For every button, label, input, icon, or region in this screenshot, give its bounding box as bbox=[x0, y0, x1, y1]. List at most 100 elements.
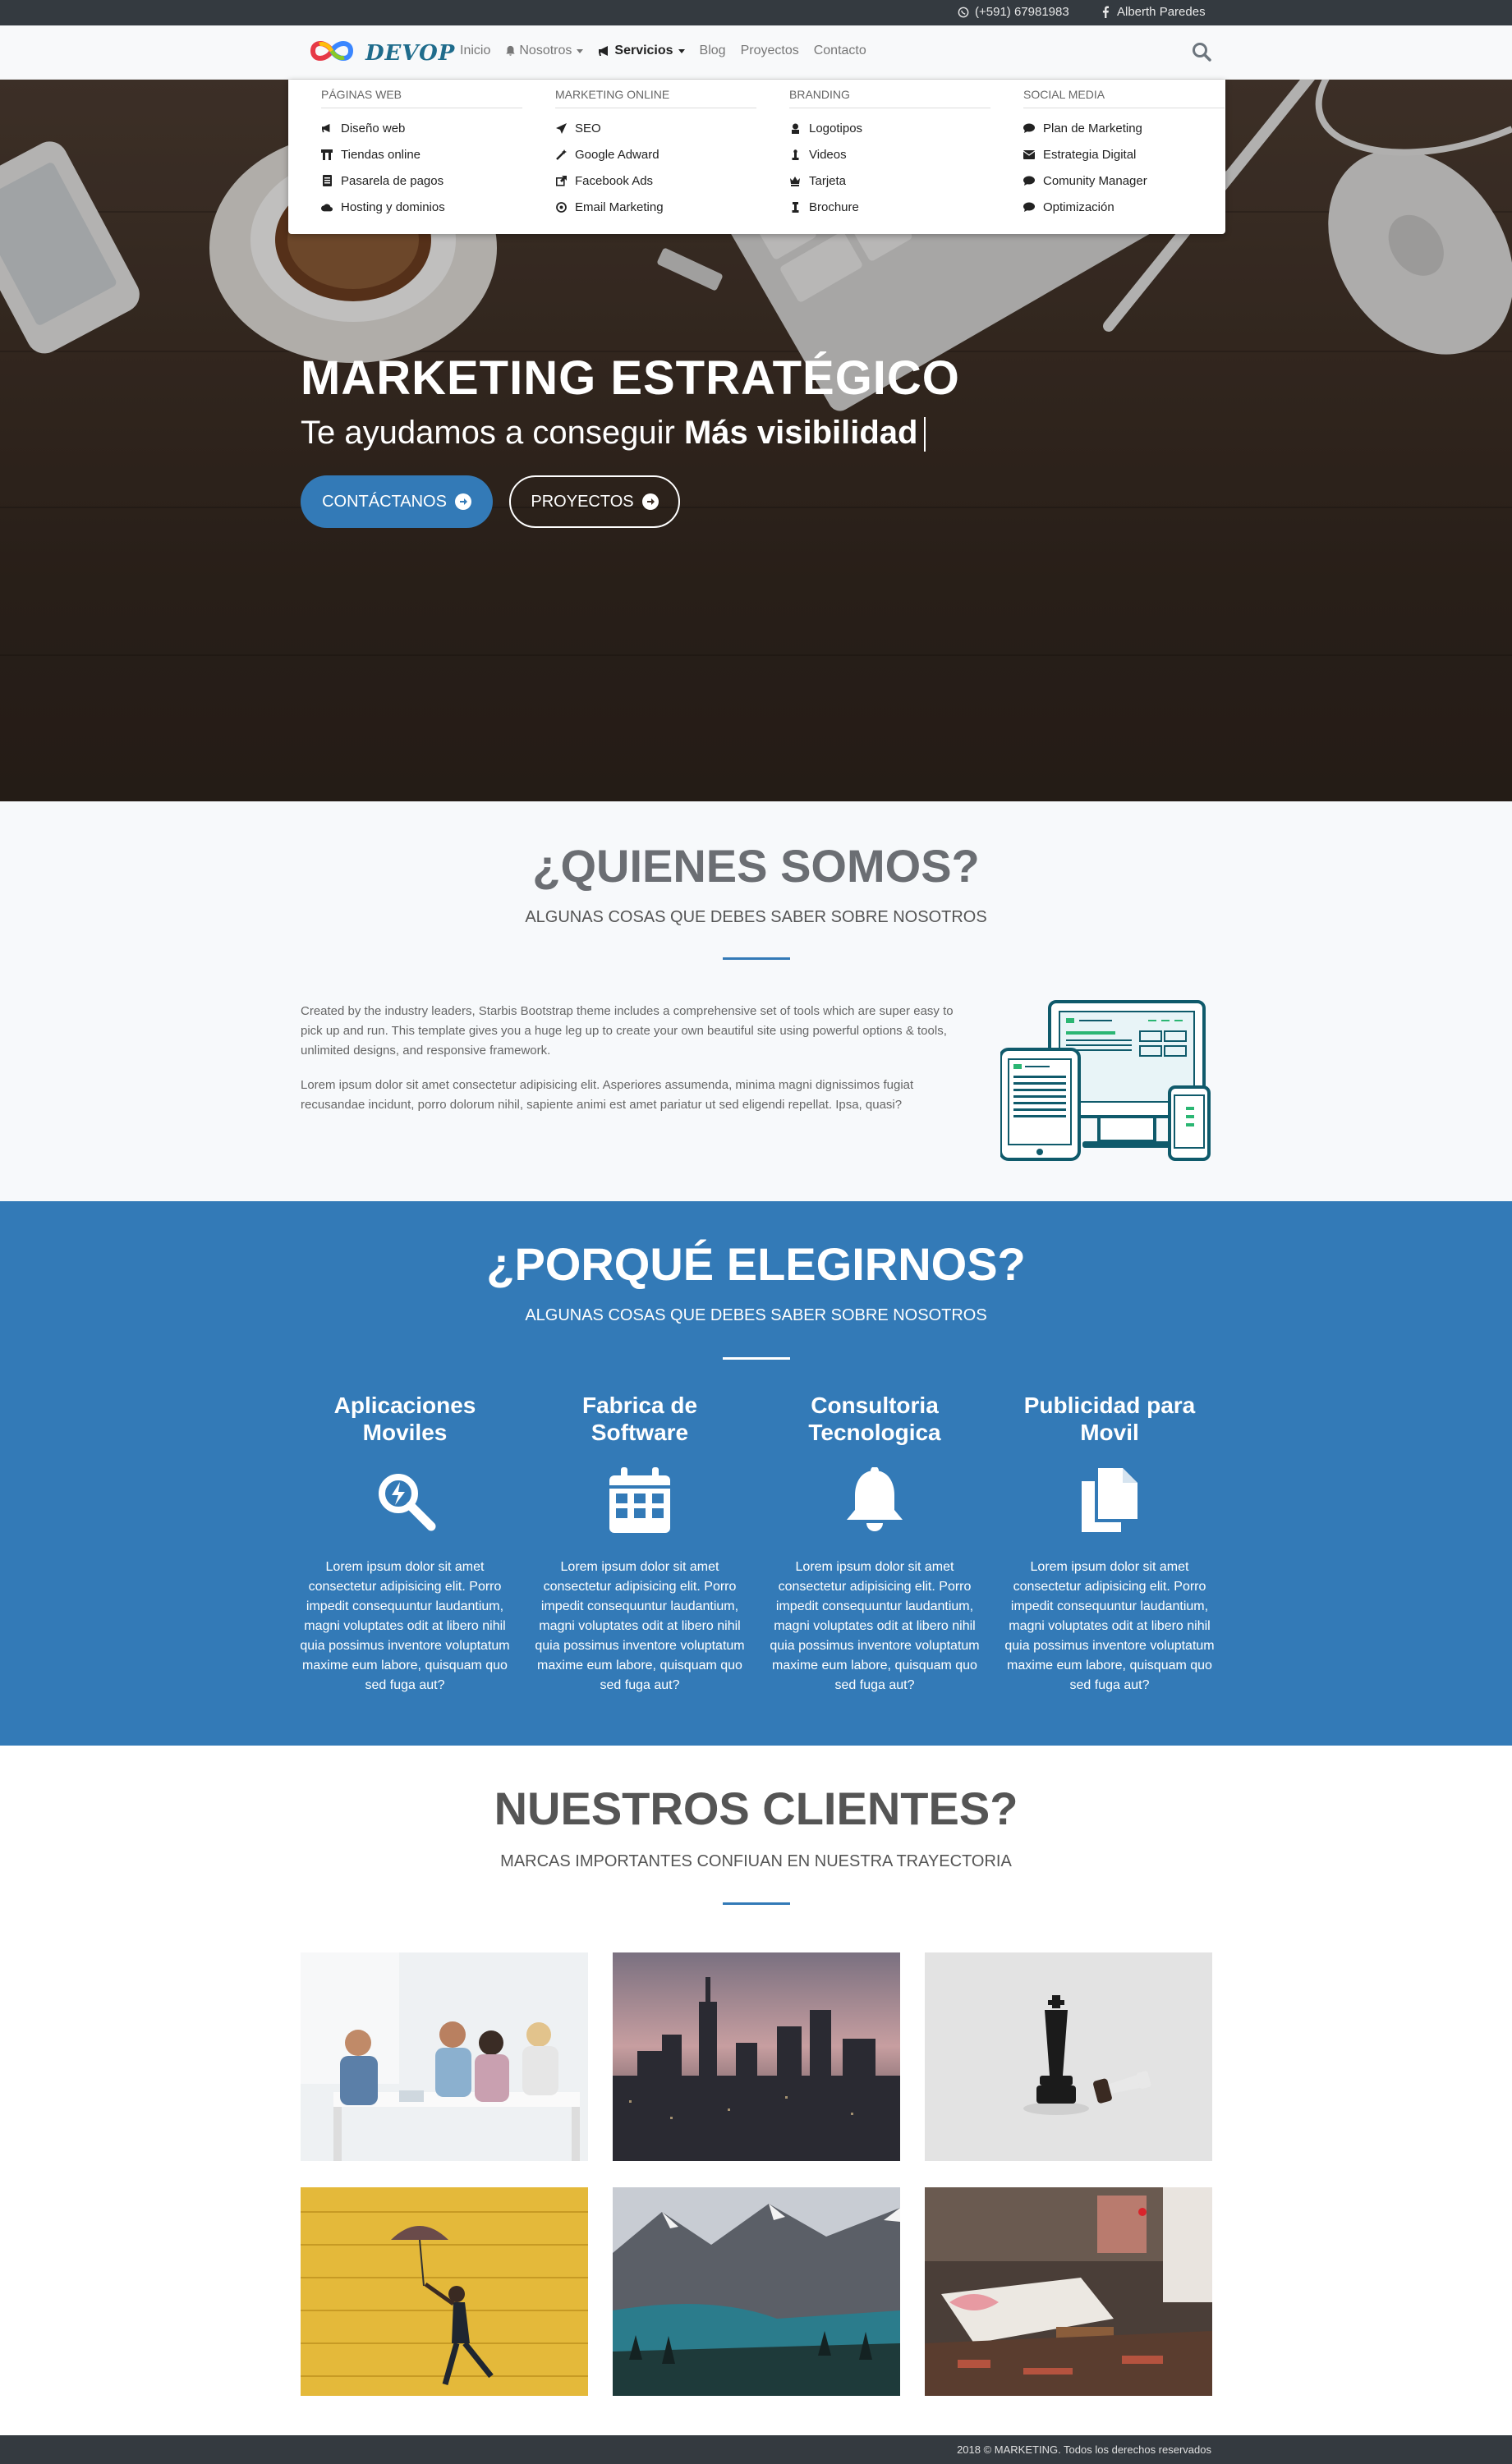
calendar-icon bbox=[532, 1459, 747, 1541]
hero-subtitle-highlight: Más visibilidad bbox=[683, 415, 918, 451]
menu-item-email-marketing[interactable]: Email Marketing bbox=[555, 194, 756, 220]
arrow-circle-right-icon bbox=[641, 493, 659, 510]
whatsapp-icon bbox=[957, 6, 970, 19]
client-photo[interactable] bbox=[301, 2187, 588, 2396]
client-photo[interactable] bbox=[301, 1952, 588, 2161]
nav-item-contacto[interactable]: Contacto bbox=[814, 44, 866, 58]
projects-button-label: PROYECTOS bbox=[531, 492, 634, 511]
menu-item-diseno-web[interactable]: Diseño web bbox=[321, 115, 522, 141]
menu-item-label: Hosting y dominios bbox=[341, 200, 445, 214]
section-divider bbox=[723, 1357, 790, 1360]
footer-copyright: 2018 © MARKETING. Todos los derechos res… bbox=[957, 2443, 1211, 2456]
menu-item-plan-marketing[interactable]: Plan de Marketing bbox=[1023, 115, 1225, 141]
about-text: Created by the industry leaders, Starbis… bbox=[301, 1002, 974, 1130]
menu-item-videos[interactable]: Videos bbox=[789, 141, 990, 167]
navbar: DEVOP Inicio Nosotros Servicios Blog Pro… bbox=[0, 25, 1512, 80]
menu-item-label: Pasarela de pagos bbox=[341, 173, 444, 188]
nav-label: Nosotros bbox=[519, 44, 572, 57]
nav-label: Blog bbox=[699, 44, 726, 57]
hero-title: MARKETING ESTRATÉGICO bbox=[301, 351, 960, 405]
projects-button[interactable]: PROYECTOS bbox=[509, 475, 680, 528]
feature-card: Fabrica de Software Lorem ipsum dolor si… bbox=[532, 1392, 747, 1695]
menu-item-label: SEO bbox=[575, 121, 601, 135]
section-subtitle: ALGUNAS COSAS QUE DEBES SABER SOBRE NOSO… bbox=[525, 908, 987, 926]
facebook-name: Alberth Paredes bbox=[1117, 5, 1206, 19]
section-divider bbox=[723, 1902, 790, 1905]
section-title: ¿QUIENES SOMOS? bbox=[532, 840, 980, 892]
menu-item-label: Tarjeta bbox=[809, 173, 847, 188]
client-photo[interactable] bbox=[925, 2187, 1212, 2396]
menu-column-title: SOCIAL MEDIA bbox=[1023, 88, 1225, 108]
menu-item-comunity-manager[interactable]: Comunity Manager bbox=[1023, 167, 1225, 194]
menu-column-social-media: SOCIAL MEDIA Plan de Marketing Estrategi… bbox=[1023, 88, 1225, 220]
about-paragraph: Lorem ipsum dolor sit amet consectetur a… bbox=[301, 1078, 914, 1112]
contact-button[interactable]: CONTÁCTANOS bbox=[301, 475, 493, 528]
comment-icon bbox=[1023, 201, 1035, 213]
arrow-circle-right-icon bbox=[454, 493, 471, 510]
search-magic-icon bbox=[297, 1459, 512, 1541]
nav-label: Proyectos bbox=[740, 44, 799, 57]
menu-column-branding: BRANDING Logotipos Videos Tarjeta Brochu… bbox=[789, 88, 990, 220]
phone-number: (+591) 67981983 bbox=[975, 5, 1069, 19]
feature-text: Lorem ipsum dolor sit amet consectetur a… bbox=[300, 1560, 510, 1692]
hero-subtitle: Te ayudamos a conseguir Más visibilidad bbox=[301, 415, 926, 452]
menu-item-facebook-ads[interactable]: Facebook Ads bbox=[555, 167, 756, 194]
bullhorn-icon bbox=[321, 122, 333, 134]
menu-item-label: Estrategia Digital bbox=[1043, 147, 1137, 162]
bell-icon bbox=[506, 45, 516, 56]
client-photo[interactable] bbox=[613, 1952, 900, 2161]
facebook-icon bbox=[1099, 6, 1112, 19]
brand-logo[interactable]: DEVOP bbox=[308, 38, 455, 68]
menu-item-label: Google Adward bbox=[575, 147, 659, 162]
hero-subtitle-prefix: Te ayudamos a conseguir bbox=[301, 415, 675, 451]
client-photo[interactable] bbox=[925, 1952, 1212, 2161]
menu-item-tiendas-online[interactable]: Tiendas online bbox=[321, 141, 522, 167]
feature-text: Lorem ipsum dolor sit amet consectetur a… bbox=[1004, 1560, 1215, 1692]
client-photo[interactable] bbox=[613, 2187, 900, 2396]
menu-item-label: Tiendas online bbox=[341, 147, 421, 162]
menu-item-label: Diseño web bbox=[341, 121, 406, 135]
menu-item-logotipos[interactable]: Logotipos bbox=[789, 115, 990, 141]
chevron-down-icon bbox=[678, 48, 685, 53]
feature-title: Consultoria Tecnologica bbox=[808, 1393, 941, 1445]
envelope-icon bbox=[1023, 149, 1035, 160]
nav-item-inicio[interactable]: Inicio bbox=[460, 44, 490, 58]
about-paragraph: Created by the industry leaders, Starbis… bbox=[301, 1004, 954, 1058]
nav-menu: Inicio Nosotros Servicios Blog Proyectos… bbox=[460, 44, 866, 58]
services-dropdown-menu: PÁGINAS WEB Diseño web Tiendas online Pa… bbox=[288, 80, 1225, 234]
section-title: ¿PORQUÉ ELEGIRNOS? bbox=[486, 1238, 1026, 1290]
phone-contact[interactable]: (+591) 67981983 bbox=[957, 5, 1069, 19]
menu-item-estrategia-digital[interactable]: Estrategia Digital bbox=[1023, 141, 1225, 167]
menu-column-title: BRANDING bbox=[789, 88, 990, 108]
menu-item-seo[interactable]: SEO bbox=[555, 115, 756, 141]
nav-item-nosotros[interactable]: Nosotros bbox=[505, 44, 584, 58]
menu-item-hosting[interactable]: Hosting y dominios bbox=[321, 194, 522, 220]
nav-item-servicios[interactable]: Servicios bbox=[598, 44, 685, 58]
feature-title: Aplicaciones Moviles bbox=[333, 1393, 476, 1445]
footer: 2018 © MARKETING. Todos los derechos res… bbox=[0, 2435, 1512, 2464]
menu-item-label: Comunity Manager bbox=[1043, 173, 1147, 188]
brand-name: DEVOP bbox=[365, 40, 456, 66]
bell-icon bbox=[767, 1459, 982, 1541]
facebook-link[interactable]: Alberth Paredes bbox=[1099, 5, 1206, 19]
menu-item-brochure[interactable]: Brochure bbox=[789, 194, 990, 220]
menu-item-label: Optimización bbox=[1043, 200, 1114, 214]
hat-icon bbox=[789, 122, 801, 134]
feature-card: Consultoria Tecnologica Lorem ipsum dolo… bbox=[767, 1392, 982, 1695]
nav-label: Servicios bbox=[614, 44, 673, 57]
top-bar: (+591) 67981983 Alberth Paredes bbox=[0, 0, 1512, 25]
search-button[interactable] bbox=[1191, 41, 1214, 64]
menu-item-google-adward[interactable]: Google Adward bbox=[555, 141, 756, 167]
menu-item-label: Email Marketing bbox=[575, 200, 664, 214]
bullhorn-icon bbox=[599, 46, 609, 56]
menu-item-tarjeta[interactable]: Tarjeta bbox=[789, 167, 990, 194]
clients-section: NUESTROS CLIENTES? MARCAS IMPORTANTES CO… bbox=[0, 1746, 1512, 2435]
nav-label: Contacto bbox=[813, 44, 866, 57]
feature-text: Lorem ipsum dolor sit amet consectetur a… bbox=[535, 1560, 745, 1692]
menu-item-pasarela-pagos[interactable]: Pasarela de pagos bbox=[321, 167, 522, 194]
nav-label: Inicio bbox=[460, 44, 491, 57]
menu-item-optimizacion[interactable]: Optimización bbox=[1023, 194, 1225, 220]
nav-item-blog[interactable]: Blog bbox=[700, 44, 726, 58]
about-section: ¿QUIENES SOMOS? ALGUNAS COSAS QUE DEBES … bbox=[0, 801, 1512, 1201]
nav-item-proyectos[interactable]: Proyectos bbox=[741, 44, 799, 58]
